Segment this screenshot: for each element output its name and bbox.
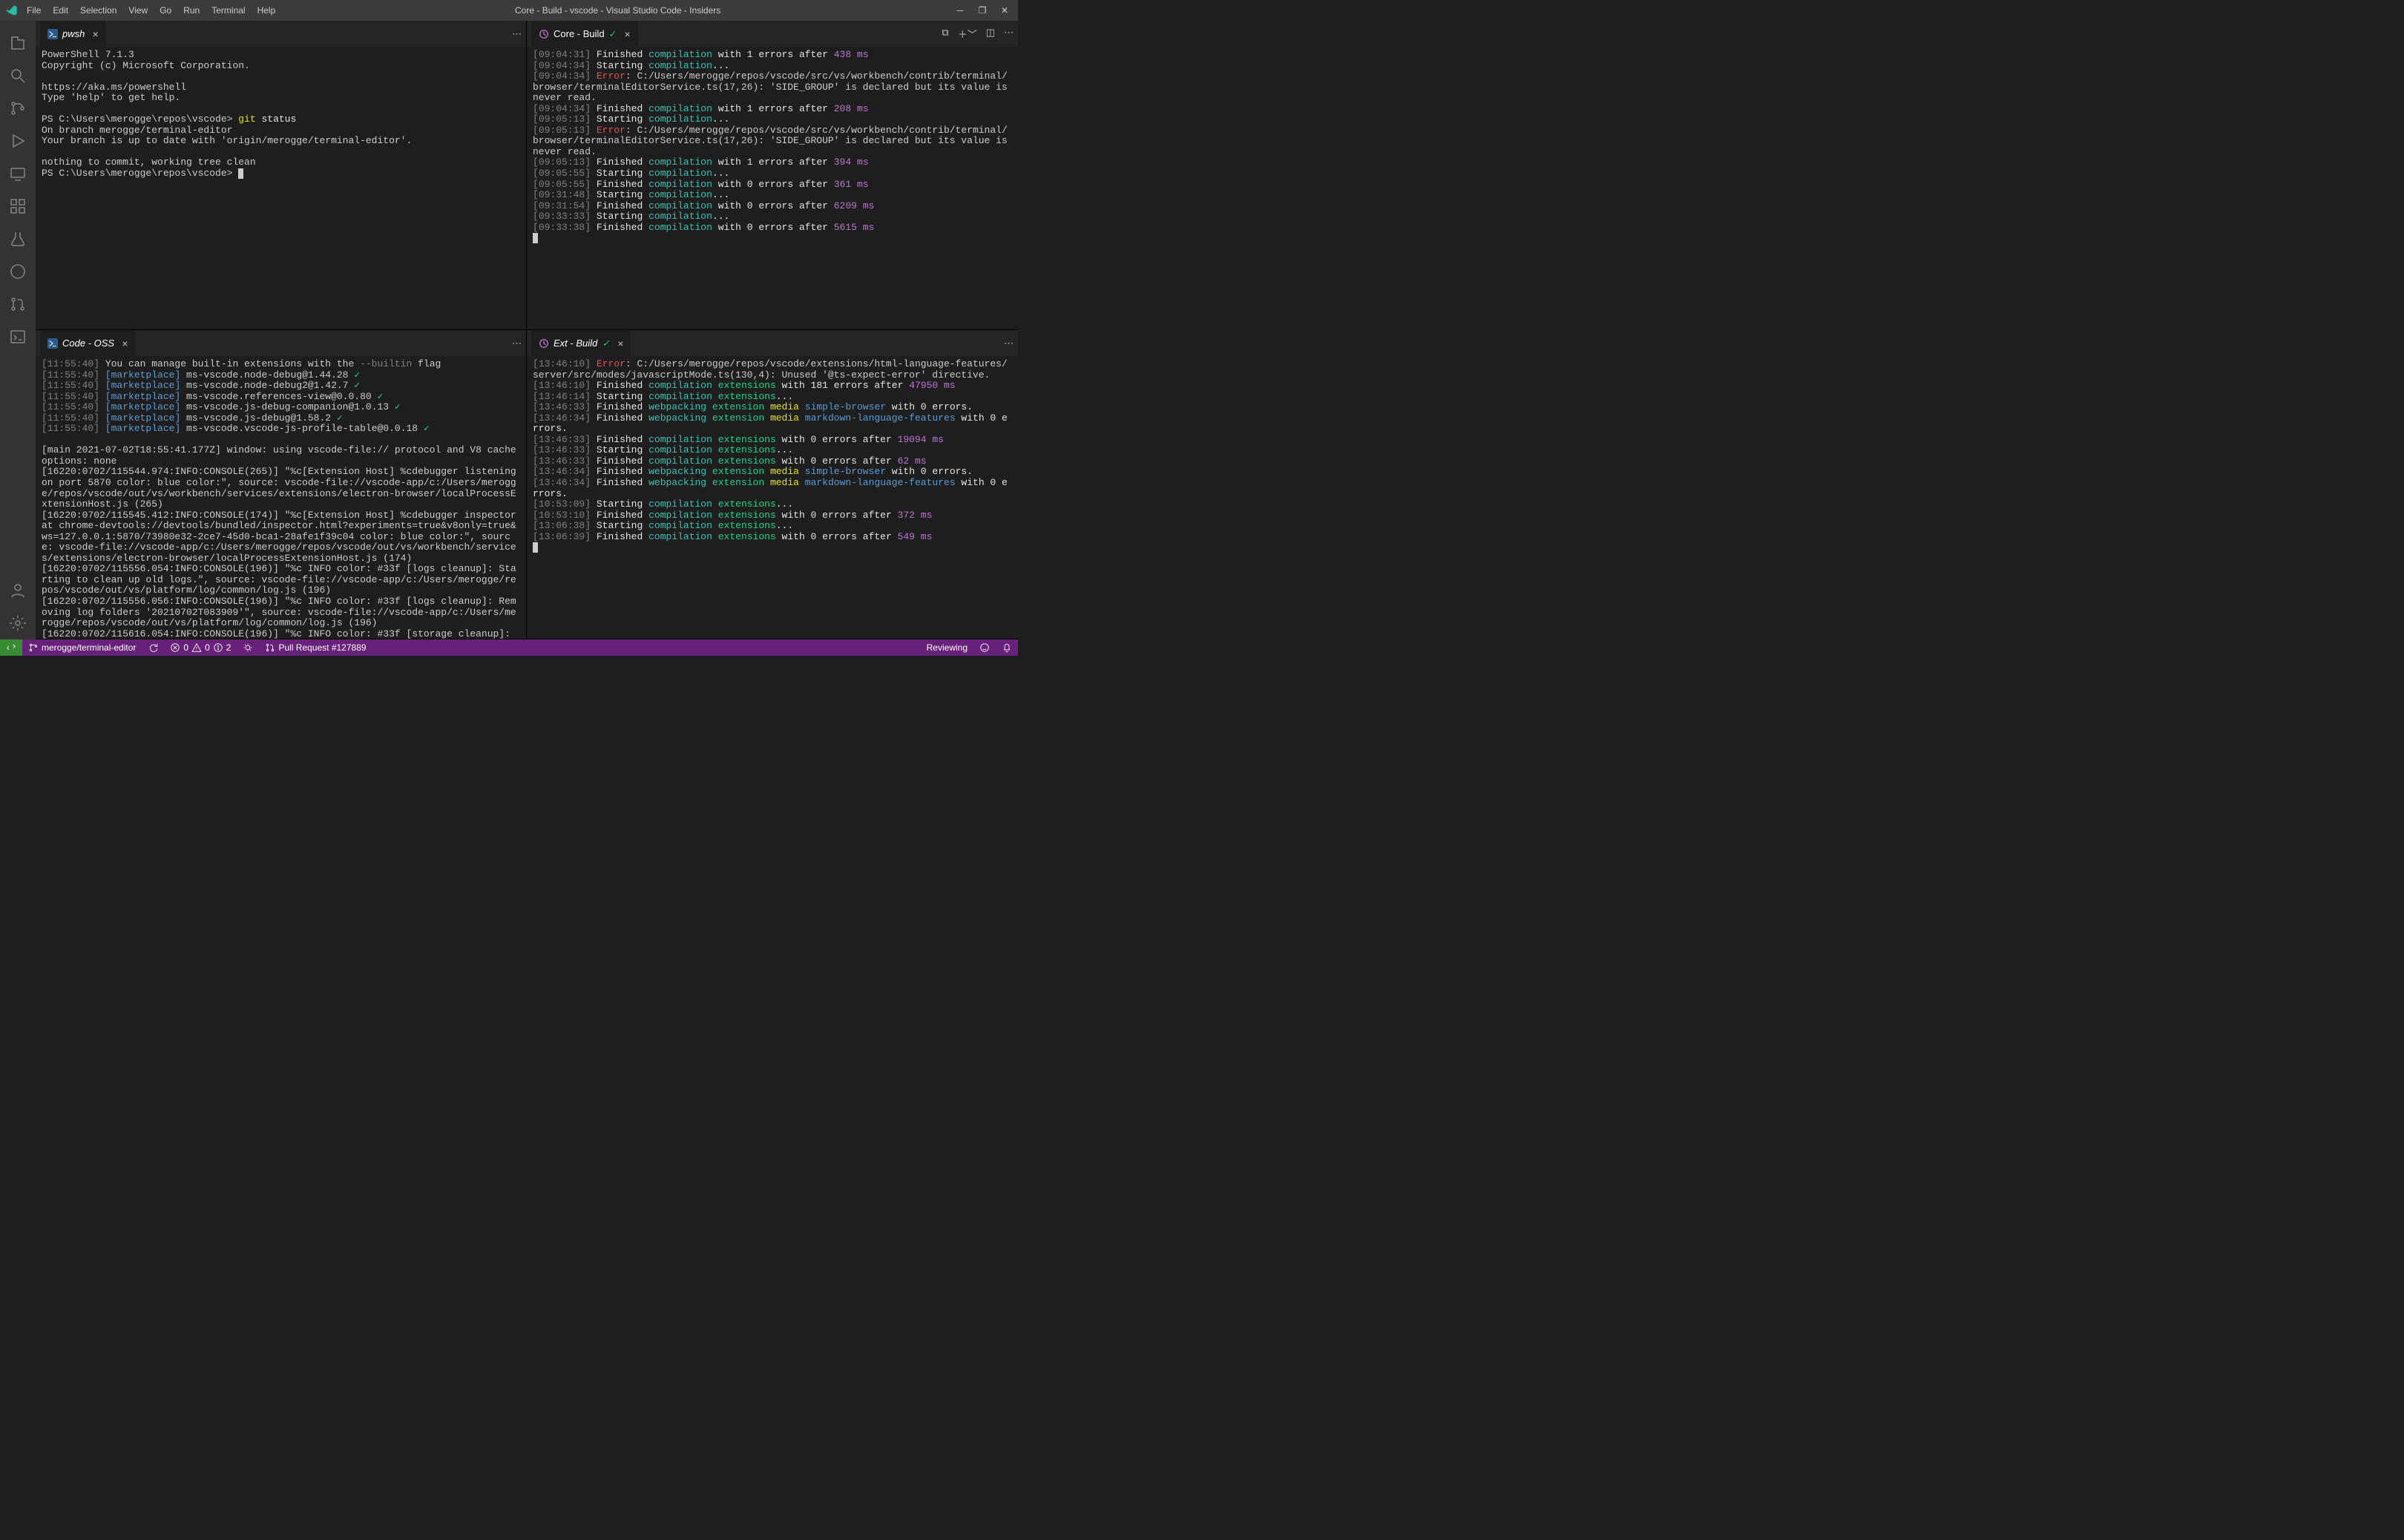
- split-icon[interactable]: ◫: [986, 27, 995, 41]
- tab-bar: Core - Build ✓ × ⧉ ＋﹀ ◫ ⋯: [527, 21, 1018, 47]
- pull-request-icon[interactable]: [0, 288, 36, 320]
- tab-label: Ext - Build: [554, 338, 597, 349]
- reveal-icon[interactable]: ⧉: [942, 27, 948, 41]
- more-icon[interactable]: ⋯: [1004, 27, 1014, 41]
- minimize-button[interactable]: ─: [956, 5, 965, 16]
- close-icon[interactable]: ×: [625, 28, 631, 40]
- run-debug-icon[interactable]: [0, 125, 36, 157]
- pane-core-build: Core - Build ✓ × ⧉ ＋﹀ ◫ ⋯ [09:04:31] Fin…: [527, 21, 1018, 330]
- beaker-icon[interactable]: [0, 223, 36, 255]
- search-icon[interactable]: [0, 59, 36, 92]
- account-icon[interactable]: [0, 574, 36, 607]
- remote-icon[interactable]: [0, 157, 36, 190]
- debug-status[interactable]: [237, 639, 259, 656]
- menu-terminal[interactable]: Terminal: [207, 2, 249, 19]
- close-button[interactable]: ✕: [1000, 5, 1009, 16]
- check-icon: ✓: [609, 28, 617, 40]
- menu-selection[interactable]: Selection: [76, 2, 121, 19]
- close-icon[interactable]: ×: [92, 28, 98, 40]
- pane-pwsh: pwsh × ⋯ PowerShell 7.1.3 Copyright (c) …: [36, 21, 527, 330]
- sync-status[interactable]: [142, 639, 164, 656]
- tab-bar: Code - OSS × ⋯: [36, 330, 526, 356]
- tab-code-oss[interactable]: Code - OSS ×: [40, 330, 136, 356]
- menu-help[interactable]: Help: [253, 2, 280, 19]
- menu-edit[interactable]: Edit: [48, 2, 73, 19]
- menu-file[interactable]: File: [22, 2, 45, 19]
- pane-ext-build: Ext - Build ✓ × ⋯ [13:46:10] Error: C:/U…: [527, 330, 1018, 639]
- more-icon[interactable]: ⋯: [512, 338, 522, 349]
- check-icon: ✓: [602, 338, 610, 349]
- menu-view[interactable]: View: [124, 2, 152, 19]
- tab-bar: Ext - Build ✓ × ⋯: [527, 330, 1018, 356]
- branch-status[interactable]: merogge/terminal-editor: [22, 639, 142, 656]
- tab-label: Core - Build: [554, 28, 605, 39]
- window-controls: ─ ❐ ✕: [956, 5, 1012, 16]
- menu-go[interactable]: Go: [155, 2, 176, 19]
- close-icon[interactable]: ×: [122, 338, 128, 349]
- powershell-icon: [47, 338, 58, 349]
- terminal-pane-icon[interactable]: [0, 320, 36, 353]
- add-icon[interactable]: ＋﹀: [958, 27, 977, 41]
- tab-ext-build[interactable]: Ext - Build ✓ ×: [531, 330, 631, 356]
- terminal-output[interactable]: [11:55:40] You can manage built-in exten…: [36, 356, 526, 639]
- extensions-icon[interactable]: [0, 190, 36, 223]
- main-menu: FileEditSelectionViewGoRunTerminalHelp: [22, 2, 280, 19]
- tab-core-build[interactable]: Core - Build ✓ ×: [531, 21, 639, 47]
- explorer-icon[interactable]: [0, 27, 36, 59]
- source-control-icon[interactable]: [0, 92, 36, 125]
- tab-label: pwsh: [62, 28, 85, 39]
- tab-bar: pwsh × ⋯: [36, 21, 526, 47]
- vscode-logo-icon: [6, 4, 18, 16]
- problems-status[interactable]: 0 0 2: [164, 639, 237, 656]
- more-icon[interactable]: ⋯: [1004, 338, 1014, 349]
- task-icon: [539, 338, 549, 349]
- terminal-output[interactable]: [13:46:10] Error: C:/Users/merogge/repos…: [527, 356, 1018, 639]
- more-icon[interactable]: ⋯: [512, 28, 522, 40]
- feedback-icon[interactable]: [973, 639, 996, 656]
- reviewing-status[interactable]: Reviewing: [921, 639, 973, 656]
- maximize-button[interactable]: ❐: [978, 5, 987, 16]
- terminal-output[interactable]: [09:04:31] Finished compilation with 1 e…: [527, 47, 1018, 329]
- activity-bar: [0, 21, 36, 639]
- pull-request-status[interactable]: Pull Request #127889: [259, 639, 372, 656]
- branch-name: merogge/terminal-editor: [42, 642, 136, 653]
- settings-gear-icon[interactable]: [0, 607, 36, 639]
- github-icon[interactable]: [0, 255, 36, 288]
- window-title: Core - Build - vscode - Visual Studio Co…: [280, 5, 956, 16]
- close-icon[interactable]: ×: [617, 338, 623, 349]
- task-icon: [539, 29, 549, 39]
- powershell-icon: [47, 29, 58, 39]
- terminal-output[interactable]: PowerShell 7.1.3 Copyright (c) Microsoft…: [36, 47, 526, 329]
- title-bar: FileEditSelectionViewGoRunTerminalHelp C…: [0, 0, 1018, 21]
- status-bar: merogge/terminal-editor 0 0 2 Pull Reque…: [0, 639, 1018, 656]
- bell-icon[interactable]: [996, 639, 1018, 656]
- pane-code-oss: Code - OSS × ⋯ [11:55:40] You can manage…: [36, 330, 527, 639]
- menu-run[interactable]: Run: [179, 2, 204, 19]
- tab-label: Code - OSS: [62, 338, 114, 349]
- remote-indicator[interactable]: [0, 639, 22, 656]
- tab-pwsh[interactable]: pwsh ×: [40, 21, 107, 47]
